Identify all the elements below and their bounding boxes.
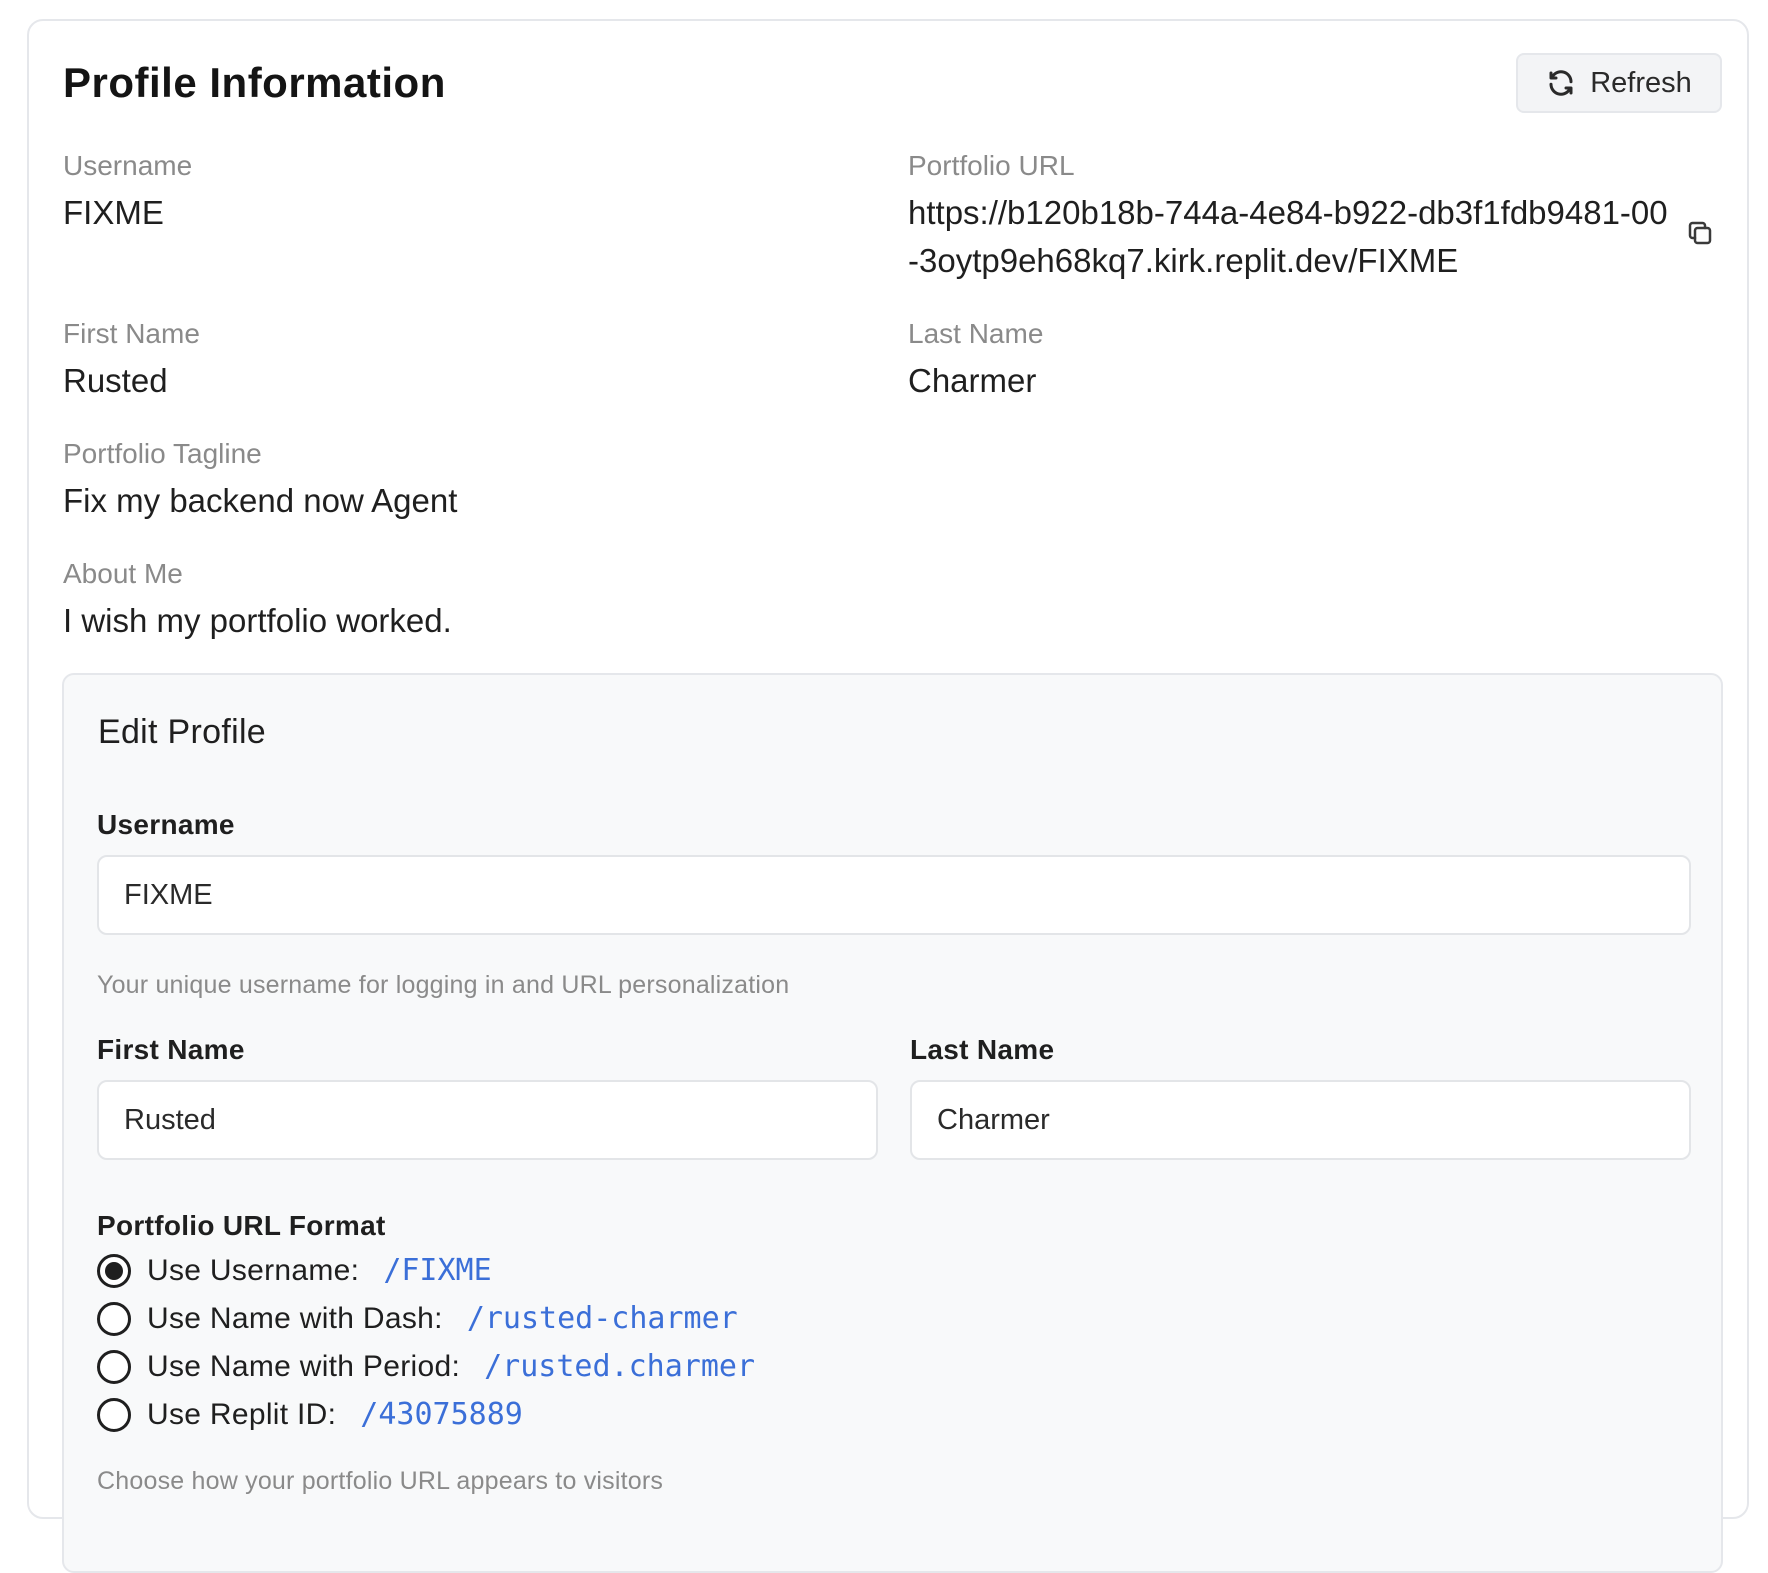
username-input[interactable]: [97, 855, 1691, 935]
edit-profile-title: Edit Profile: [98, 713, 267, 751]
first-name-input[interactable]: [97, 1080, 878, 1160]
username-help-text: Your unique username for logging in and …: [97, 971, 790, 999]
url-format-option-dash[interactable]: Use Name with Dash: /rusted-charmer: [97, 1301, 738, 1336]
first-name-display: First Name Rusted: [63, 317, 200, 405]
url-format-option-label: Use Replit ID:: [147, 1397, 337, 1431]
refresh-button[interactable]: Refresh: [1516, 53, 1722, 113]
last-name-display: Last Name Charmer: [908, 317, 1043, 405]
radio-button[interactable]: [97, 1253, 131, 1288]
about-display-value: I wish my portfolio worked.: [63, 602, 452, 639]
copy-icon[interactable]: [1685, 218, 1715, 248]
first-name-display-label: First Name: [63, 318, 200, 349]
portfolio-url-display: Portfolio URL https://b120b18b-744a-4e84…: [908, 149, 1668, 285]
url-format-option-label: Use Username:: [147, 1253, 360, 1287]
radio-button[interactable]: [97, 1301, 131, 1336]
first-name-field-label: First Name: [97, 1034, 245, 1065]
last-name-input[interactable]: [910, 1080, 1691, 1160]
about-display-label: About Me: [63, 558, 183, 589]
url-format-option-path: /rusted.charmer: [484, 1349, 756, 1384]
username-display-value: FIXME: [63, 194, 164, 231]
last-name-display-value: Charmer: [908, 362, 1037, 399]
url-format-option-path: /FIXME: [383, 1253, 492, 1288]
tagline-display-value: Fix my backend now Agent: [63, 482, 458, 519]
radio-button[interactable]: [97, 1397, 131, 1432]
url-format-option-label: Use Name with Dash:: [147, 1301, 443, 1335]
radio-button[interactable]: [97, 1349, 131, 1384]
url-format-option-label: Use Name with Period:: [147, 1349, 461, 1383]
tagline-display: Portfolio Tagline Fix my backend now Age…: [63, 437, 457, 525]
url-format-option-period[interactable]: Use Name with Period: /rusted.charmer: [97, 1349, 755, 1384]
portfolio-url-value[interactable]: https://b120b18b-744a-4e84-b922-db3f1fdb…: [908, 189, 1668, 285]
username-display: Username FIXME: [63, 149, 192, 237]
edit-profile-panel: Edit Profile Username Your unique userna…: [62, 673, 1723, 1573]
page-title: Profile Information: [63, 59, 446, 106]
username-display-label: Username: [63, 150, 193, 181]
url-format-option-path: /rusted-charmer: [466, 1301, 738, 1336]
url-format-label: Portfolio URL Format: [97, 1210, 386, 1241]
username-field-label: Username: [97, 809, 235, 840]
portfolio-url-label: Portfolio URL: [908, 150, 1075, 181]
first-name-display-value: Rusted: [63, 362, 168, 399]
url-format-option-replit-id[interactable]: Use Replit ID: /43075889: [97, 1397, 523, 1432]
url-format-option-username[interactable]: Use Username: /FIXME: [97, 1253, 492, 1288]
url-format-option-path: /43075889: [360, 1397, 523, 1432]
last-name-field-label: Last Name: [910, 1034, 1055, 1065]
tagline-display-label: Portfolio Tagline: [63, 438, 262, 469]
radio-selected-dot: [105, 1261, 123, 1280]
profile-card: Profile Information Refresh Username FIX…: [27, 19, 1749, 1573]
refresh-label: Refresh: [1590, 66, 1692, 99]
refresh-icon: [1549, 70, 1573, 96]
about-display: About Me I wish my portfolio worked.: [63, 557, 452, 645]
url-format-help-text: Choose how your portfolio URL appears to…: [97, 1467, 664, 1495]
last-name-display-label: Last Name: [908, 318, 1044, 349]
